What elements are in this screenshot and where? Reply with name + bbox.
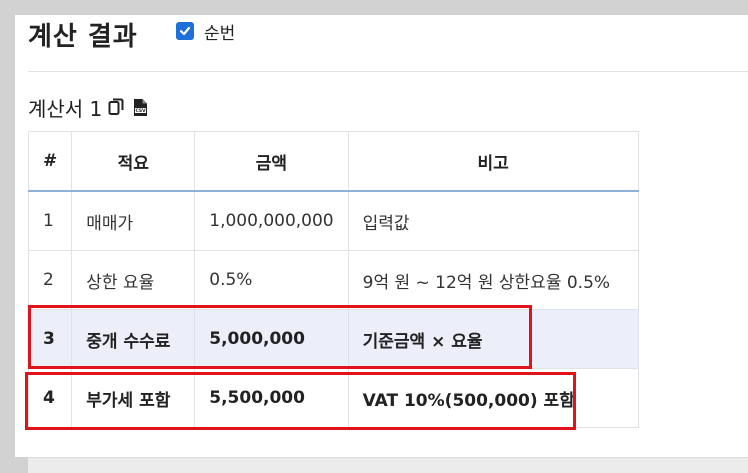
row-note: 9억 원 ~ 12억 원 상한요율 0.5% [347,250,639,310]
order-checkbox[interactable] [176,22,194,40]
row-description: 중개 수수료 [71,309,196,369]
table-row: 4 부가세 포함 5,500,000 VAT 10%(500,000) 포함 [27,368,639,428]
row-number: 1 [27,190,73,251]
row-number: 2 [27,250,73,310]
table-row: 1 매매가 1,000,000,000 입력값 [27,190,639,251]
column-header-note: 비고 [347,131,639,192]
table-row-highlighted: 3 중개 수수료 5,000,000 기준금액 × 요율 [27,309,639,369]
header-divider [28,71,748,72]
order-toggle-label: 순번 [204,23,236,44]
copy-icon[interactable] [108,98,124,116]
bottom-strip [28,457,748,473]
result-table: # 적요 금액 비고 1 매매가 1,000,000,000 입력값 2 상한 … [27,131,639,428]
order-number-toggle[interactable]: 순번 [176,20,236,44]
row-note: 입력값 [347,190,639,251]
sheet-header: 계산서 1 CSV [28,93,148,121]
row-description: 매매가 [71,190,196,251]
page-title: 계산 결과 [28,22,138,52]
row-description: 상한 요율 [71,250,196,310]
row-amount: 5,500,000 [194,368,349,428]
svg-text:CSV: CSV [136,108,147,114]
row-number: 3 [27,309,73,369]
table-header-row: # 적요 금액 비고 [27,131,639,192]
row-amount: 0.5% [194,250,349,310]
sheet-name: 계산서 1 [28,96,103,121]
csv-file-icon[interactable]: CSV [133,98,148,117]
row-amount: 5,000,000 [194,309,349,369]
checkmark-icon [179,26,191,36]
column-header-description: 적요 [71,131,196,192]
row-note: VAT 10%(500,000) 포함 [347,368,639,428]
row-description: 부가세 포함 [71,368,196,428]
row-number: 4 [27,368,73,428]
column-header-amount: 금액 [194,131,349,192]
row-note: 기준금액 × 요율 [347,309,639,369]
row-amount: 1,000,000,000 [194,190,349,251]
table-row: 2 상한 요율 0.5% 9억 원 ~ 12억 원 상한요율 0.5% [27,250,639,310]
column-header-number: # [27,131,73,192]
